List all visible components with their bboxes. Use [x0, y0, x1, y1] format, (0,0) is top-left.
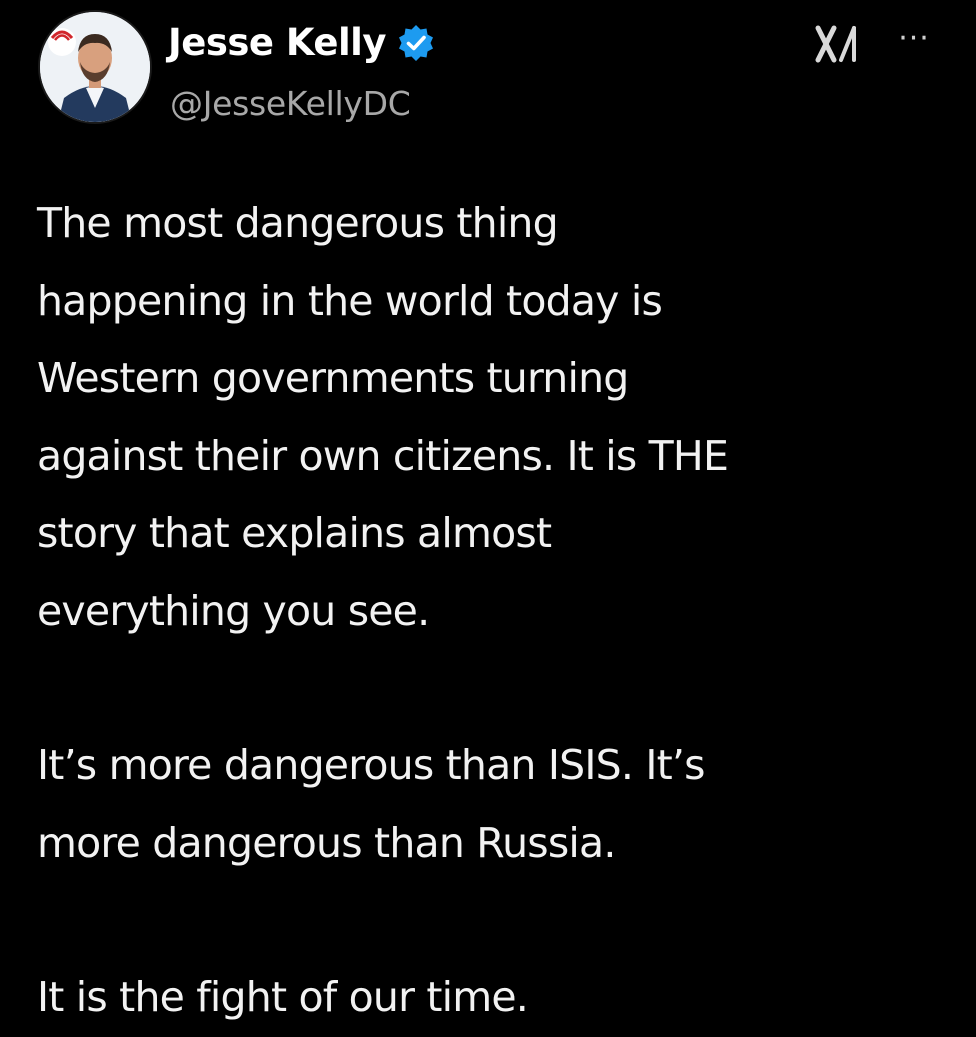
- author-name-row[interactable]: Jesse Kelly: [168, 18, 436, 68]
- avatar-image: [40, 12, 150, 122]
- verified-badge-icon: [396, 23, 436, 63]
- author-display-name[interactable]: Jesse Kelly: [168, 18, 386, 68]
- tweet-text-line: happening in the world today is: [37, 276, 663, 325]
- tweet-text-line: The most dangerous thing: [37, 199, 559, 247]
- x-logo-icon: [815, 22, 863, 66]
- tweet-paragraph: It’s more dangerous than ISIS. It’s more…: [37, 727, 937, 882]
- tweet-text-line: Western governments turning: [37, 354, 629, 402]
- tweet-text-line: It is the fight of our time.: [37, 973, 529, 1021]
- tweet-text-line: more dangerous than Russia.: [37, 818, 616, 867]
- tweet-text-line: against their own citizens. It is THE: [37, 431, 729, 480]
- more-options-button[interactable]: ···: [893, 24, 935, 54]
- tweet-text: The most dangerous thing happening in th…: [37, 185, 937, 1037]
- tweet-text-line: story that explains almost: [37, 509, 552, 557]
- tweet-paragraph: The most dangerous thing happening in th…: [37, 185, 937, 650]
- tweet-text-line: It’s more dangerous than ISIS. It’s: [37, 741, 706, 789]
- avatar[interactable]: [38, 10, 152, 124]
- author-handle[interactable]: @JesseKellyDC: [170, 82, 411, 126]
- tweet-text-line: everything you see.: [37, 586, 430, 635]
- tweet-paragraph: It is the fight of our time.: [37, 959, 937, 1037]
- tweet-card: Jesse Kelly @JesseKellyDC ··· The most d…: [0, 0, 976, 1024]
